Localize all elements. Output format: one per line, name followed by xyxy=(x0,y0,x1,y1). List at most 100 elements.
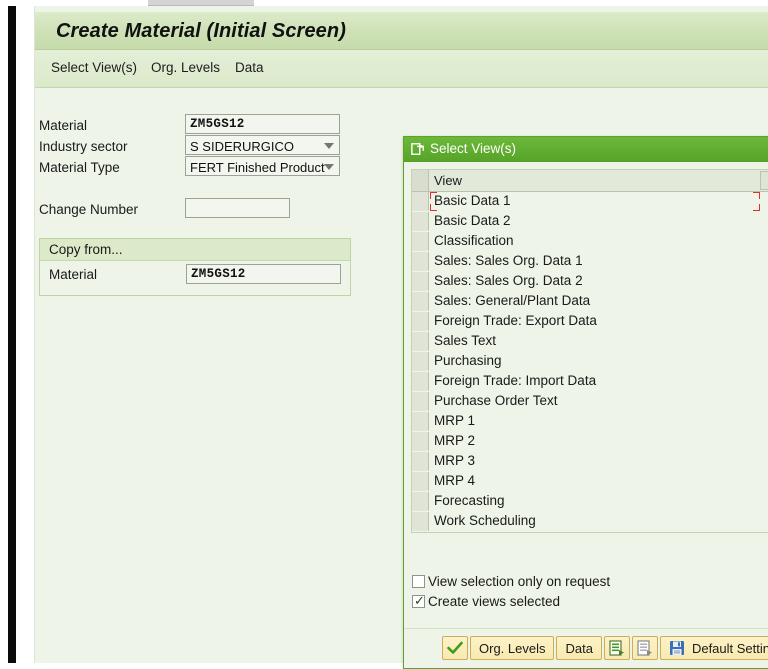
select-views-dialog: Select View(s) View Basic Data 1 Basic Da… xyxy=(403,136,768,669)
row-select-checkbox[interactable] xyxy=(412,452,429,471)
row-label: Foreign Trade: Export Data xyxy=(434,313,597,328)
material-type-label: Material Type xyxy=(39,160,120,175)
material-label: Material xyxy=(39,118,88,133)
row-label: Sales Text xyxy=(434,333,497,348)
row-label: Sales: General/Plant Data xyxy=(434,293,591,308)
table-row[interactable]: MRP 4 xyxy=(412,472,768,492)
copy-from-material-label: Material xyxy=(49,267,98,282)
views-list-frame: View Basic Data 1 Basic Data 2 Classificat… xyxy=(411,169,768,533)
table-row[interactable]: Forecasting xyxy=(412,492,768,512)
copy-from-panel: Copy from... Material ZM5GS12 xyxy=(39,238,351,296)
row-label: Work Scheduling xyxy=(434,513,536,528)
save-disk-icon xyxy=(669,641,684,655)
row-label: MRP 3 xyxy=(434,453,476,468)
row-select-checkbox[interactable] xyxy=(412,312,429,331)
row-label: Basic Data 1 xyxy=(434,193,511,208)
copy-from-header: Copy from... xyxy=(40,239,350,261)
chevron-down-icon[interactable] xyxy=(324,164,334,170)
dialog-title-bar: Select View(s) xyxy=(404,137,768,162)
row-select-checkbox[interactable] xyxy=(412,492,429,511)
select-all-views-icon xyxy=(609,640,624,656)
row-select-checkbox[interactable] xyxy=(412,272,429,291)
table-row[interactable]: Basic Data 2 xyxy=(412,212,768,232)
window-title-bar: Create Material (Initial Screen) xyxy=(35,12,768,50)
create-views-selected-checkbox[interactable]: ✓ xyxy=(412,593,425,608)
table-row[interactable]: Work Scheduling xyxy=(412,512,768,532)
row-select-checkbox[interactable] xyxy=(412,332,429,351)
material-type-select[interactable]: FERT Finished Product xyxy=(185,156,340,176)
row-label: MRP 1 xyxy=(434,413,476,428)
deselect-all-button[interactable] xyxy=(631,636,658,660)
select-all-button[interactable] xyxy=(603,636,630,660)
change-number-label: Change Number xyxy=(39,202,139,217)
select-views-icon xyxy=(411,143,424,155)
org-levels-button-label: Org. Levels xyxy=(479,640,546,656)
row-label: Purchasing xyxy=(434,353,502,368)
row-select-checkbox[interactable] xyxy=(412,232,429,251)
table-row[interactable]: Purchasing xyxy=(412,352,768,372)
table-row[interactable]: Sales Text xyxy=(412,332,768,352)
table-row[interactable]: Sales: Sales Org. Data 2 xyxy=(412,272,768,292)
row-select-checkbox[interactable] xyxy=(412,372,429,391)
row-label: Purchase Order Text xyxy=(434,393,558,408)
row-select-checkbox[interactable] xyxy=(412,432,429,451)
row-select-checkbox[interactable] xyxy=(412,192,429,211)
dialog-title: Select View(s) xyxy=(430,141,517,156)
chevron-down-icon[interactable] xyxy=(324,143,334,149)
row-select-checkbox[interactable] xyxy=(412,212,429,231)
row-select-checkbox[interactable] xyxy=(412,352,429,371)
row-label: Forecasting xyxy=(434,493,505,508)
continue-button[interactable] xyxy=(442,636,468,660)
table-row[interactable]: Purchase Order Text xyxy=(412,392,768,412)
views-list-header: View xyxy=(412,170,768,192)
row-label: Foreign Trade: Import Data xyxy=(434,373,597,388)
main-window: Create Material (Initial Screen) Select … xyxy=(34,6,768,669)
view-selection-only-on-request-label: View selection only on request xyxy=(428,574,611,589)
copy-from-title: Copy from... xyxy=(49,242,123,257)
create-views-selected-label: Create views selected xyxy=(428,594,561,609)
table-row[interactable]: MRP 2 xyxy=(412,432,768,452)
green-check-icon xyxy=(447,641,463,654)
table-row[interactable]: MRP 1 xyxy=(412,412,768,432)
menu-item-data[interactable]: Data xyxy=(235,60,264,75)
change-number-input[interactable] xyxy=(185,198,290,218)
table-row[interactable]: Sales: General/Plant Data xyxy=(412,292,768,312)
view-selection-only-on-request-checkbox[interactable] xyxy=(412,575,425,588)
table-row[interactable]: Basic Data 1 xyxy=(412,192,768,212)
left-dark-edge xyxy=(8,6,16,663)
material-type-value: FERT Finished Product xyxy=(190,160,325,175)
default-setting-button[interactable]: Default Setting xyxy=(659,636,768,660)
row-select-checkbox[interactable] xyxy=(412,412,429,431)
column-header-view: View xyxy=(434,173,462,188)
menu-item-select-views[interactable]: Select View(s) xyxy=(51,60,137,75)
data-button[interactable]: Data xyxy=(556,636,602,660)
select-all-column-header[interactable] xyxy=(412,170,429,191)
row-label: Basic Data 2 xyxy=(434,213,511,228)
row-select-checkbox[interactable] xyxy=(412,292,429,311)
material-input[interactable]: ZM5GS12 xyxy=(185,114,340,134)
menu-bar: Select View(s) Org. Levels Data xyxy=(35,50,768,88)
header-scroll-corner[interactable] xyxy=(760,171,768,190)
row-label: Sales: Sales Org. Data 2 xyxy=(434,273,583,288)
row-label: MRP 2 xyxy=(434,433,476,448)
industry-sector-value: S SIDERURGICO xyxy=(190,139,295,154)
copy-from-material-input[interactable]: ZM5GS12 xyxy=(186,264,341,284)
row-select-checkbox[interactable] xyxy=(412,472,429,491)
table-row[interactable]: Sales: Sales Org. Data 1 xyxy=(412,252,768,272)
checkmark-icon: ✓ xyxy=(414,593,425,608)
table-row[interactable]: MRP 3 xyxy=(412,452,768,472)
dialog-button-bar: Org. Levels Data Default Settin xyxy=(404,628,768,668)
industry-sector-select[interactable]: S SIDERURGICO xyxy=(185,135,340,155)
row-select-checkbox[interactable] xyxy=(412,252,429,271)
page-title: Create Material (Initial Screen) xyxy=(56,20,346,42)
table-row[interactable]: Foreign Trade: Import Data xyxy=(412,372,768,392)
menu-item-org-levels[interactable]: Org. Levels xyxy=(151,60,220,75)
industry-sector-label: Industry sector xyxy=(39,139,128,154)
row-select-checkbox[interactable] xyxy=(412,392,429,411)
views-list-rows: Basic Data 1 Basic Data 2 Classification Sa… xyxy=(412,192,768,532)
table-row[interactable]: Classification xyxy=(412,232,768,252)
table-row[interactable]: Foreign Trade: Export Data xyxy=(412,312,768,332)
org-levels-button[interactable]: Org. Levels xyxy=(470,636,555,660)
row-label: Sales: Sales Org. Data 1 xyxy=(434,253,583,268)
row-select-checkbox[interactable] xyxy=(412,512,429,531)
